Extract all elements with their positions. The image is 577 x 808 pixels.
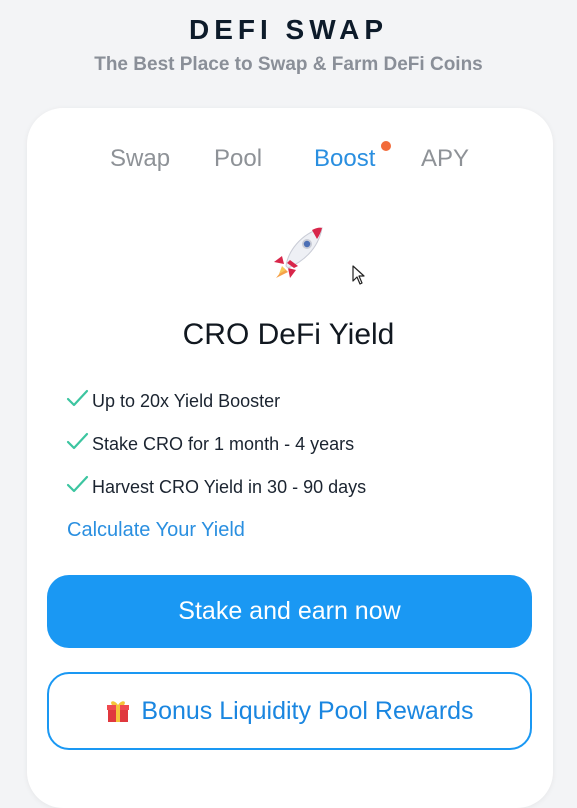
app-subtitle: The Best Place to Swap & Farm DeFi Coins — [94, 54, 483, 75]
feature-list: Up to 20x Yield Booster Stake CRO for 1 … — [66, 388, 366, 517]
tab-swap[interactable]: Swap — [110, 145, 170, 173]
feature-text: Up to 20x Yield Booster — [92, 391, 281, 411]
gift-icon — [107, 701, 130, 722]
feature-item: Harvest CRO Yield in 30 - 90 days — [66, 474, 366, 517]
card-title: CRO DeFi Yield — [182, 318, 395, 351]
check-icon — [66, 389, 89, 407]
feature-text: Stake CRO for 1 month - 4 years — [92, 434, 355, 454]
feature-item: Stake CRO for 1 month - 4 years — [66, 431, 366, 474]
mouse-cursor-icon — [352, 265, 365, 285]
rocket-icon — [274, 227, 323, 278]
feature-text: Harvest CRO Yield in 30 - 90 days — [92, 477, 367, 497]
calculate-yield-link[interactable]: Calculate Your Yield — [67, 519, 245, 542]
notification-dot — [381, 141, 391, 151]
tab-boost[interactable]: Boost — [314, 145, 375, 173]
bonus-rewards-label: Bonus Liquidity Pool Rewards — [141, 696, 474, 725]
tab-pool[interactable]: Pool — [214, 145, 262, 173]
tab-apy[interactable]: APY — [421, 145, 469, 173]
bonus-rewards-button[interactable]: Bonus Liquidity Pool Rewards — [47, 672, 532, 750]
app-title: DEFI SWAP — [188, 14, 388, 45]
tab-bar: Swap Pool Boost APY — [0, 145, 577, 175]
check-icon — [66, 475, 89, 493]
stake-button[interactable]: Stake and earn now — [47, 575, 532, 648]
check-icon — [66, 432, 89, 450]
feature-item: Up to 20x Yield Booster — [66, 388, 366, 431]
